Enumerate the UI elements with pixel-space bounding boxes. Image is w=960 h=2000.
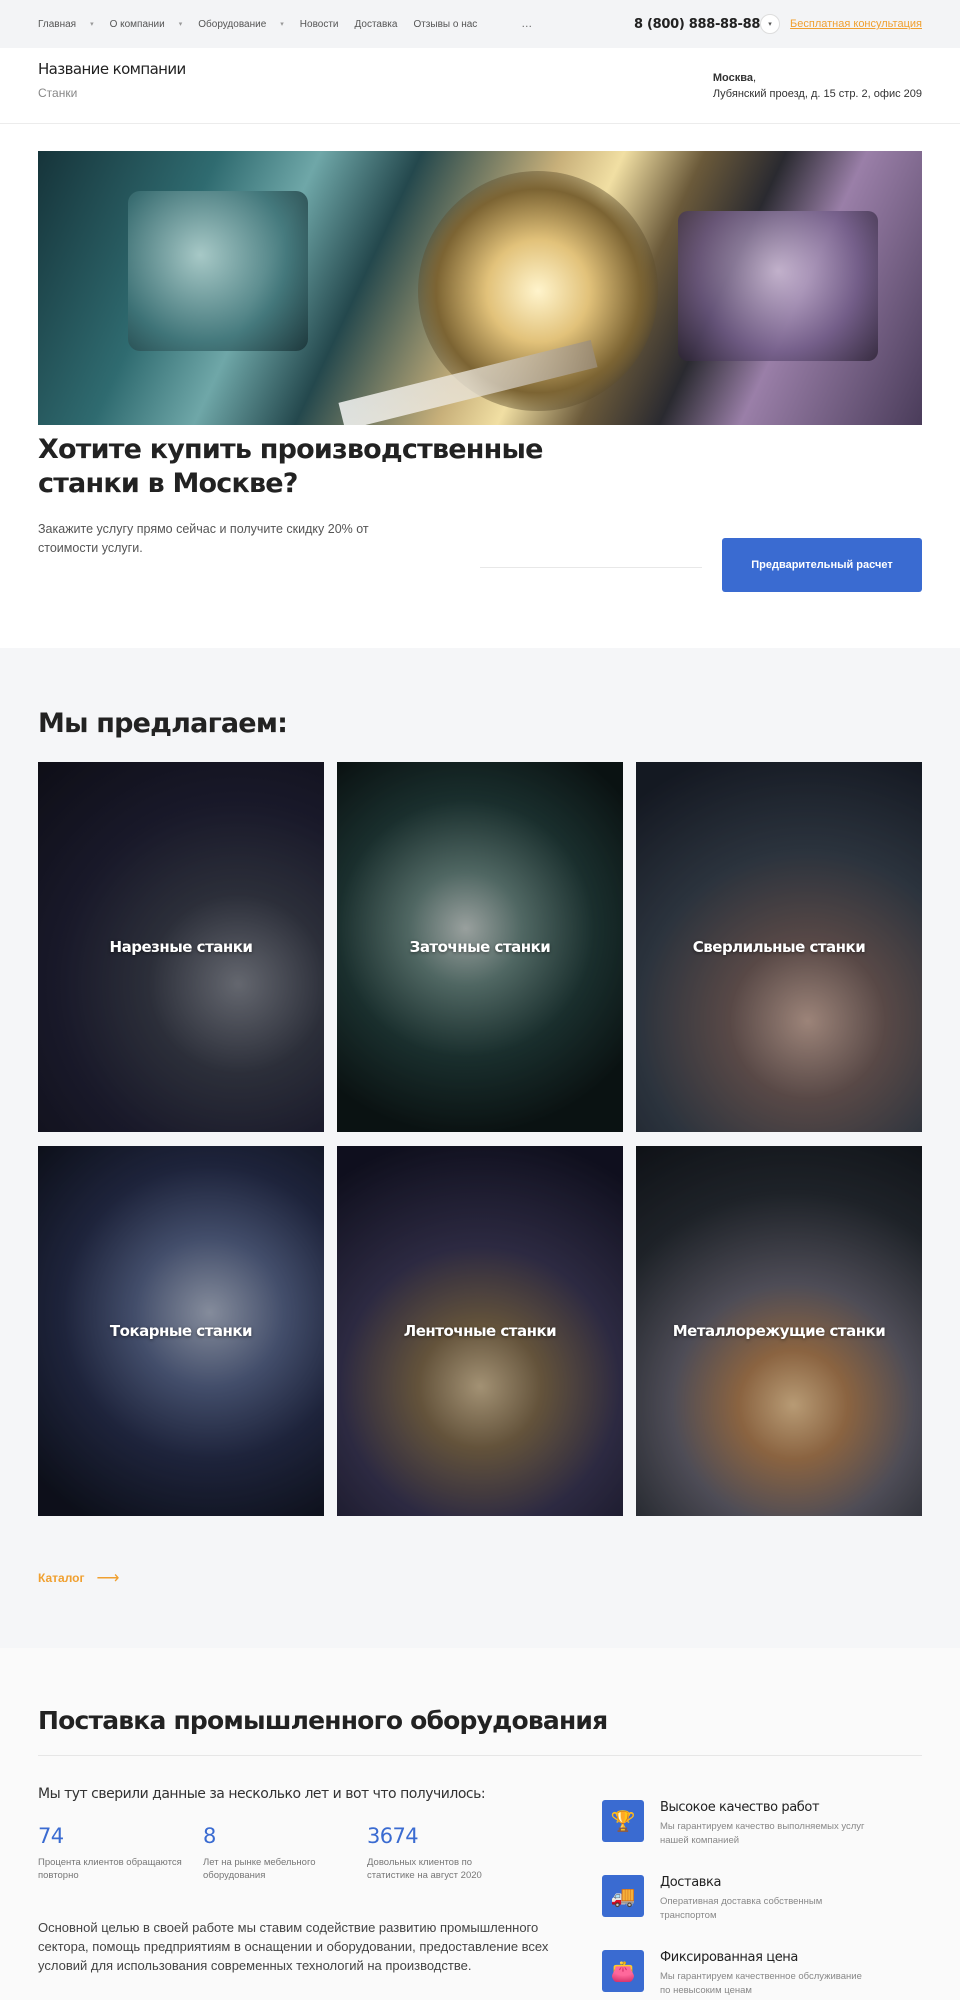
main-nav: Главная ▾ О компании ▾ Оборудование ▾ Но…	[38, 18, 533, 30]
stat-value: 74	[38, 1824, 64, 1848]
feature-title: Доставка	[660, 1875, 722, 1890]
stat-label: Довольных клиентов по статистике на авгу…	[367, 1857, 482, 1881]
supply-section: Поставка промышленного оборудования Мы т…	[0, 1648, 960, 2000]
company-name[interactable]: Название компании	[38, 60, 186, 78]
arrow-right-icon: ⟶	[96, 1570, 120, 1587]
feature-title: Фиксированная цена	[660, 1950, 798, 1965]
nav-more-button[interactable]: …	[521, 18, 533, 30]
card-label: Металлорежущие станки	[672, 1322, 886, 1340]
card-label: Сверлильные станки	[692, 938, 866, 956]
feature-quality: 🏆 Высокое качество работ Мы гарантируем …	[602, 1800, 922, 1860]
feature-description: Оперативная доставка собственным транспо…	[660, 1896, 823, 1921]
nav-item-equipment[interactable]: Оборудование ▾	[198, 19, 284, 30]
chevron-down-icon: ▾	[280, 21, 284, 28]
nav-item-label: Оборудование	[198, 18, 267, 30]
top-navbar: Главная ▾ О компании ▾ Оборудование ▾ Но…	[0, 0, 960, 48]
nav-item-about[interactable]: О компании ▾	[110, 19, 183, 30]
card-drilling-machines[interactable]: Сверлильные станки	[636, 762, 922, 1132]
nav-item-delivery[interactable]: Доставка	[355, 19, 398, 30]
card-sharpening-machines[interactable]: Заточные станки	[337, 762, 623, 1132]
card-label: Заточные станки	[409, 938, 551, 956]
feature-description: Мы гарантируем качественное обслуживание…	[660, 1971, 862, 1996]
card-lathe-machines[interactable]: Токарные станки	[38, 1146, 324, 1516]
nav-item-label: О компании	[109, 18, 165, 30]
offer-cards-grid: Нарезные станки Заточные станки Сверлиль…	[38, 762, 922, 1516]
stat-label: Процента клиентов обращаются повторно	[38, 1857, 182, 1881]
free-consultation-link[interactable]: Бесплатная консультация	[790, 18, 922, 30]
card-metal-cutting-machines[interactable]: Металлорежущие станки	[636, 1146, 922, 1516]
card-label: Токарные станки	[109, 1322, 253, 1340]
site-header: Название компании Станки Москва, Лубянск…	[0, 48, 960, 124]
nav-item-news[interactable]: Новости	[300, 19, 339, 30]
company-address: Москва, Лубянский проезд, д. 15 стр. 2, …	[712, 72, 922, 100]
catalog-label: Каталог	[38, 1571, 85, 1585]
address-city: Москва	[712, 72, 753, 84]
hero-title: Хотите купить производственные станки в …	[38, 434, 543, 499]
card-label: Ленточные станки	[403, 1322, 557, 1340]
supply-description: Основной целью в своей работе мы ставим …	[38, 1920, 549, 1973]
hero-machine-image	[38, 151, 922, 425]
offer-section: Мы предлагаем: Нарезные станки Заточные …	[0, 648, 960, 1648]
hero-divider	[480, 567, 702, 568]
feature-delivery: 🚚 Доставка Оперативная доставка собствен…	[602, 1875, 922, 1935]
hero-section: Хотите купить производственные станки в …	[0, 124, 960, 648]
card-label: Нарезные станки	[109, 938, 253, 956]
stat-label: Лет на рынке мебельного оборудования	[203, 1857, 316, 1881]
hero-description: Закажите услугу прямо сейчас и получите …	[38, 522, 369, 555]
chevron-down-icon: ▾	[178, 21, 183, 28]
feature-title: Высокое качество работ	[660, 1800, 820, 1815]
stat-years-on-market: 8 Лет на рынке мебельного оборудования	[203, 1824, 353, 1882]
nav-item-label: Главная	[38, 18, 77, 30]
feature-description: Мы гарантируем качество выполняемых услу…	[660, 1821, 865, 1846]
card-threading-machines[interactable]: Нарезные станки	[38, 762, 324, 1132]
wallet-icon: 👛	[602, 1950, 644, 1992]
nav-item-home[interactable]: Главная ▾	[38, 19, 94, 30]
nav-item-label: Доставка	[354, 18, 398, 30]
nav-item-reviews[interactable]: Отзывы о нас	[413, 19, 477, 30]
supply-title: Поставка промышленного оборудования	[38, 1706, 608, 1735]
address-street: Лубянский проезд, д. 15 стр. 2, офис 209	[712, 88, 922, 100]
card-band-saw-machines[interactable]: Ленточные станки	[337, 1146, 623, 1516]
offer-title: Мы предлагаем:	[38, 708, 288, 739]
company-subtitle: Станки	[38, 86, 78, 100]
stat-repeat-clients: 74 Процента клиентов обращаются повторно	[38, 1824, 188, 1882]
trophy-icon: 🏆	[602, 1800, 644, 1842]
stat-value: 3674	[367, 1824, 419, 1848]
supply-subtitle: Мы тут сверили данные за несколько лет и…	[38, 1786, 486, 1802]
chevron-down-icon: ▾	[90, 21, 94, 28]
nav-item-label: Отзывы о нас	[413, 18, 478, 30]
catalog-link[interactable]: Каталог ⟶	[38, 1568, 119, 1588]
stat-satisfied-clients: 3674 Довольных клиентов по статистике на…	[367, 1824, 517, 1882]
stat-value: 8	[203, 1824, 216, 1848]
nav-item-label: Новости	[299, 18, 339, 30]
feature-fixed-price: 👛 Фиксированная цена Мы гарантируем каче…	[602, 1950, 922, 2000]
section-divider	[38, 1755, 922, 1756]
phone-dropdown-icon[interactable]: ▾	[760, 14, 780, 34]
truck-icon: 🚚	[602, 1875, 644, 1917]
preliminary-calculation-button[interactable]: Предварительный расчет	[722, 538, 922, 592]
phone-number[interactable]: 8 (800) 888-88-88	[634, 17, 760, 32]
